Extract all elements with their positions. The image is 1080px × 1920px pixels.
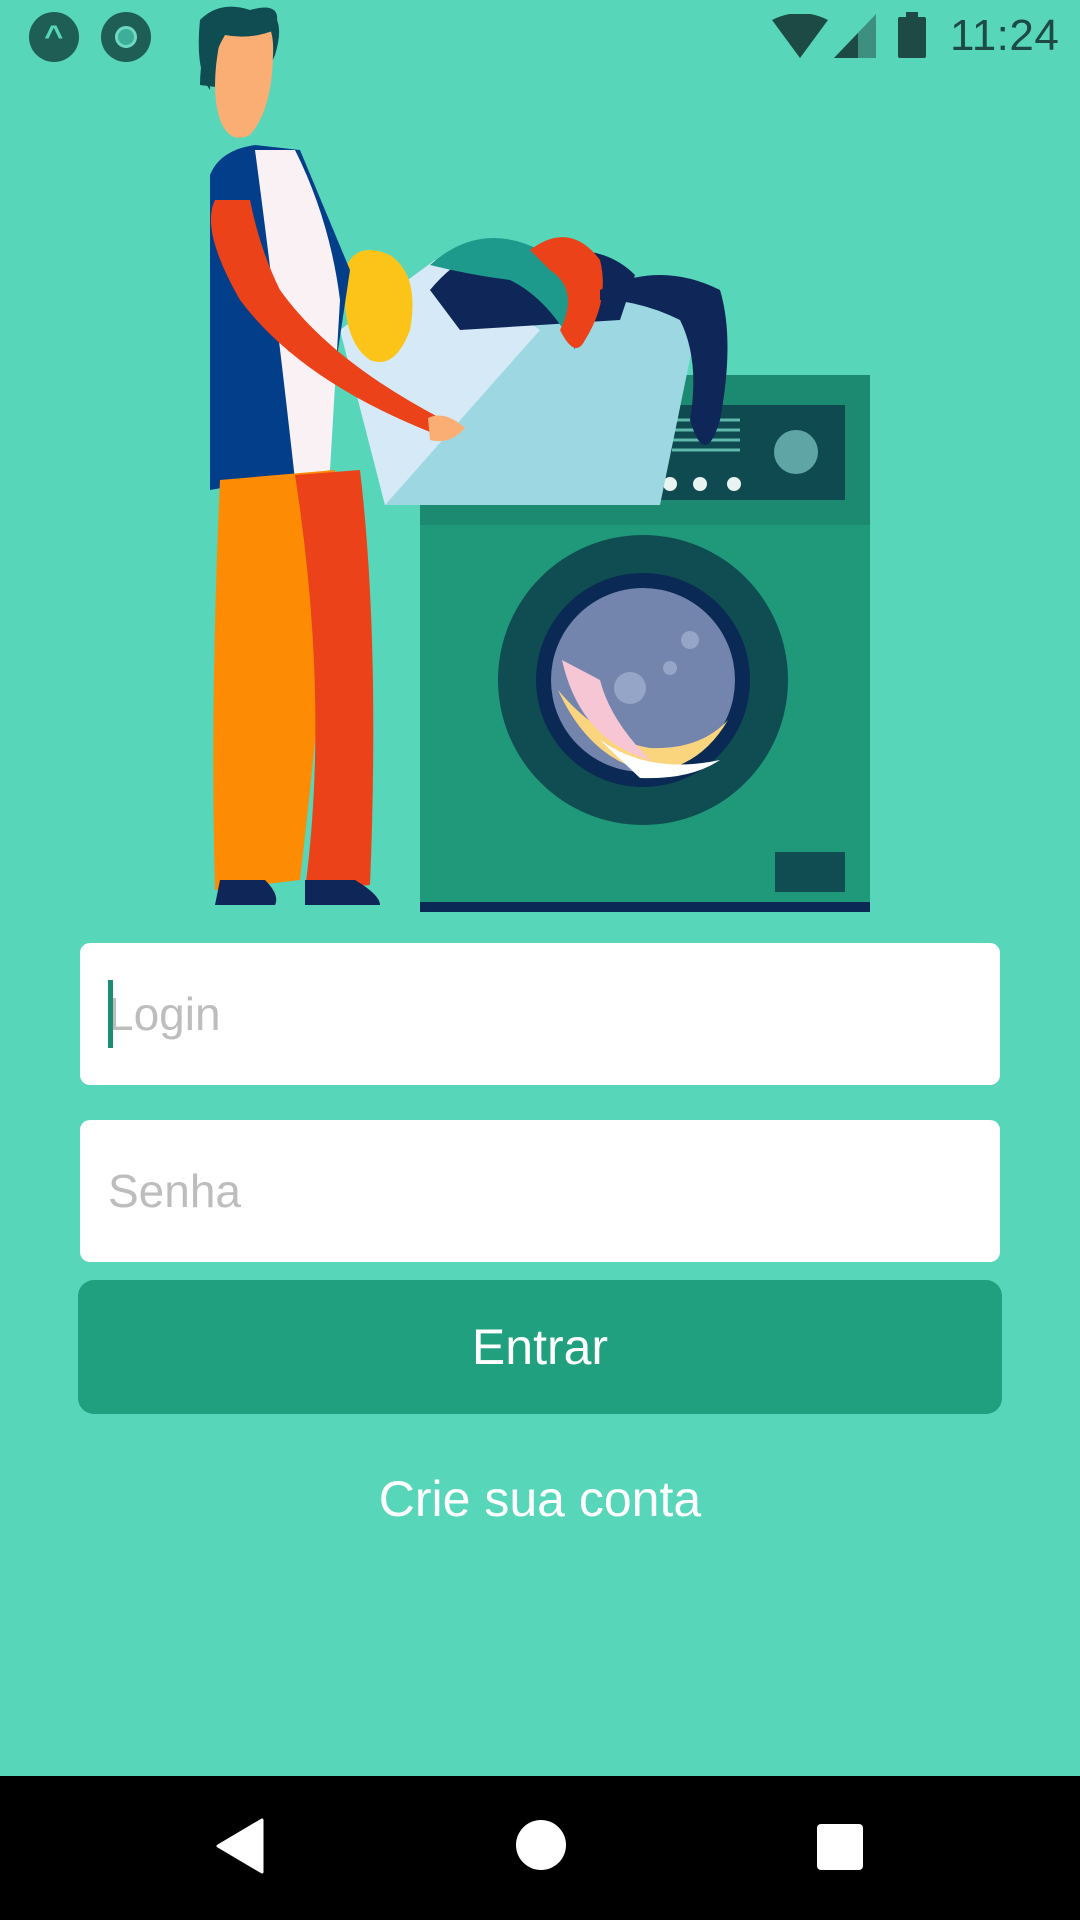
- text-cursor: [108, 980, 113, 1048]
- create-account-link[interactable]: Crie sua conta: [0, 1470, 1080, 1528]
- enter-button[interactable]: Entrar: [78, 1280, 1002, 1414]
- recent-apps-icon[interactable]: [817, 1824, 863, 1870]
- navigation-bar: [0, 1776, 1080, 1920]
- back-icon[interactable]: [216, 1818, 264, 1874]
- home-icon[interactable]: [516, 1820, 566, 1870]
- login-input[interactable]: [80, 943, 1000, 1085]
- battery-icon: [898, 12, 926, 58]
- login-screen: ^ 11:24 Login Entrar Crie sua conta: [0, 0, 1080, 1920]
- app-a-icon: ^: [29, 12, 79, 62]
- laundry-illustration: [198, 6, 870, 912]
- password-input[interactable]: [80, 1120, 1000, 1262]
- record-icon: [101, 12, 151, 62]
- status-time: 11:24: [950, 11, 1060, 60]
